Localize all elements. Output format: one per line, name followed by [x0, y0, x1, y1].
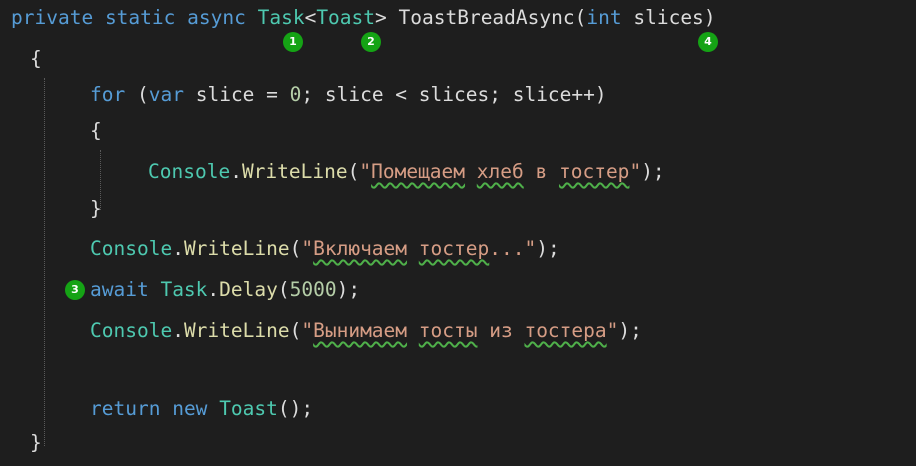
- keyword-new: new: [172, 397, 208, 420]
- string-word: тосты: [418, 319, 478, 342]
- type-toast: Toast: [316, 6, 376, 29]
- paren-open: (: [289, 319, 302, 342]
- code-line-2: {: [30, 44, 42, 74]
- code-line-5: Console.WriteLine("Помещаем хлеб в тосте…: [148, 157, 665, 187]
- annotation-badge-1: 1: [283, 32, 303, 52]
- string-rest: ...": [489, 237, 537, 260]
- statement-end: );: [536, 237, 560, 260]
- number-literal: 0: [289, 83, 302, 106]
- indent-guide: [44, 78, 45, 446]
- method-delay: Delay: [219, 278, 278, 301]
- string-space: [465, 160, 477, 183]
- brace-open: {: [90, 119, 102, 142]
- keyword-var: var: [148, 83, 184, 106]
- keyword-static: static: [104, 6, 176, 29]
- statement-end: );: [618, 319, 642, 342]
- keyword-for: for: [90, 83, 126, 106]
- paren-open: (: [136, 83, 149, 106]
- string-quote: ": [606, 319, 619, 342]
- dot: .: [207, 278, 220, 301]
- method-name: ToastBreadAsync: [398, 6, 575, 29]
- code-line-4: {: [90, 116, 102, 146]
- statement-end: );: [641, 160, 665, 183]
- type-console: Console: [90, 319, 173, 342]
- type-task: Task: [160, 278, 208, 301]
- string-quote: ": [301, 237, 314, 260]
- method-writeline: WriteLine: [241, 160, 348, 183]
- method-writeline: WriteLine: [183, 319, 290, 342]
- string-space: из: [477, 319, 525, 342]
- type-task: Task: [257, 6, 305, 29]
- type-console: Console: [90, 237, 173, 260]
- generic-open: <: [304, 6, 317, 29]
- loop-expr-rest: ; slice < slices; slice++): [301, 83, 607, 106]
- annotation-badge-4: 4: [698, 32, 718, 52]
- brace-close: }: [90, 197, 102, 220]
- string-word: хлеб: [476, 160, 524, 183]
- code-line-7: Console.WriteLine("Включаем тостер...");: [90, 234, 560, 264]
- type-console: Console: [148, 160, 231, 183]
- string-word: Включаем: [313, 237, 408, 260]
- brace-open: {: [30, 47, 42, 70]
- code-line-11: return new Toast();: [90, 394, 313, 424]
- keyword-async: async: [187, 6, 246, 29]
- dot: .: [172, 319, 184, 342]
- annotation-badge-2: 2: [361, 32, 381, 52]
- code-line-1: private static async Task<Toast> ToastBr…: [11, 3, 716, 33]
- keyword-int: int: [586, 6, 622, 29]
- brace-close: }: [30, 431, 42, 454]
- param-name: slices: [633, 6, 704, 29]
- statement-end: ();: [277, 397, 314, 420]
- string-space: в: [523, 160, 559, 183]
- code-editor[interactable]: private static async Task<Toast> ToastBr…: [0, 0, 916, 466]
- annotation-badge-3: 3: [65, 280, 85, 300]
- paren-open: (: [574, 6, 587, 29]
- keyword-await: await: [90, 278, 149, 301]
- code-line-3: for (var slice = 0; slice < slices; slic…: [90, 80, 607, 110]
- type-toast: Toast: [219, 397, 278, 420]
- string-space: [407, 319, 419, 342]
- dot: .: [172, 237, 184, 260]
- code-line-6: }: [90, 194, 102, 224]
- statement-end: );: [336, 278, 361, 301]
- string-quote: ": [629, 160, 642, 183]
- generic-close: >: [375, 6, 387, 29]
- code-line-12: }: [30, 428, 42, 458]
- method-writeline: WriteLine: [183, 237, 290, 260]
- paren-open: (: [289, 237, 302, 260]
- string-quote: ": [359, 160, 372, 183]
- string-word: тостер: [418, 237, 490, 260]
- keyword-return: return: [90, 397, 161, 420]
- code-line-9: Console.WriteLine("Вынимаем тосты из тос…: [90, 316, 642, 346]
- keyword-private: private: [11, 6, 94, 29]
- number-literal: 5000: [289, 278, 337, 301]
- string-quote: ": [301, 319, 314, 342]
- loop-expr: slice =: [195, 83, 290, 106]
- string-word: тостера: [524, 319, 607, 342]
- string-word: Помещаем: [371, 160, 466, 183]
- paren-open: (: [277, 278, 290, 301]
- dot: .: [230, 160, 242, 183]
- paren-close: ): [703, 6, 716, 29]
- paren-open: (: [347, 160, 360, 183]
- code-line-8: await Task.Delay(5000);: [90, 275, 360, 305]
- string-word: Вынимаем: [313, 319, 408, 342]
- string-space: [407, 237, 419, 260]
- string-word: тостер: [558, 160, 630, 183]
